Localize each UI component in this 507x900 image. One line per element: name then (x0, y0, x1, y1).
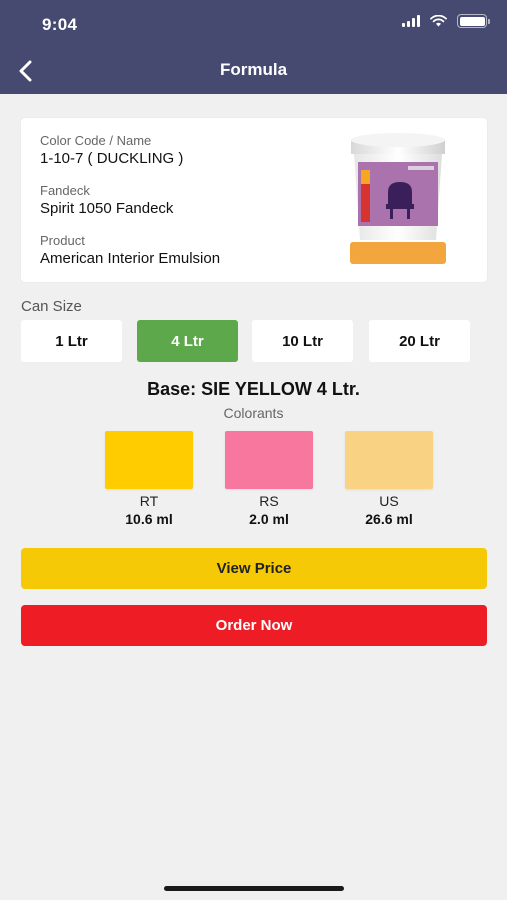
can-size-1-ltr-button[interactable]: 1 Ltr (21, 320, 122, 362)
view-price-button[interactable]: View Price (21, 548, 487, 589)
home-indicator (164, 886, 344, 891)
colorant-amount-rs: 2.0 ml (249, 511, 289, 527)
can-size-label: Can Size (21, 298, 82, 315)
product-value: American Interior Emulsion (40, 250, 221, 267)
colorant-code-us: US (379, 493, 399, 509)
colorant-swatch-us (345, 431, 433, 489)
cellular-signal-icon (402, 15, 420, 27)
color-code-label: Color Code / Name (40, 133, 152, 148)
can-size-10-ltr-button[interactable]: 10 Ltr (252, 320, 353, 362)
colorant-code-rs: RS (259, 493, 279, 509)
paint-bucket-image (350, 133, 446, 264)
product-label: Product (40, 233, 85, 248)
wifi-icon (430, 15, 447, 27)
fandeck-label: Fandeck (40, 183, 90, 198)
status-icons (402, 14, 490, 28)
colorant-swatch-rs (225, 431, 313, 489)
color-code-value: 1-10-7 ( DUCKLING ) (40, 150, 184, 167)
battery-icon (457, 14, 490, 28)
colorant-amount-rt: 10.6 ml (125, 511, 173, 527)
status-time: 9:04 (42, 15, 78, 34)
page-title: Formula (219, 60, 288, 79)
order-now-button[interactable]: Order Now (21, 605, 487, 646)
formula-details-card: Color Code / Name 1-10-7 ( DUCKLING ) Fa… (21, 118, 487, 282)
colorant-code-rt: RT (139, 493, 159, 509)
can-size-20-ltr-button[interactable]: 20 Ltr (369, 320, 470, 362)
colorant-swatch-rt (105, 431, 193, 489)
colorants-label: Colorants (223, 405, 284, 421)
base-title: Base: SIE YELLOW 4 Ltr. (147, 379, 360, 399)
can-size-4-ltr-button[interactable]: 4 Ltr (137, 320, 238, 362)
app-header: 9:04 Formula (0, 0, 507, 94)
colorant-amount-us: 26.6 ml (365, 511, 413, 527)
fandeck-value: Spirit 1050 Fandeck (40, 200, 174, 217)
